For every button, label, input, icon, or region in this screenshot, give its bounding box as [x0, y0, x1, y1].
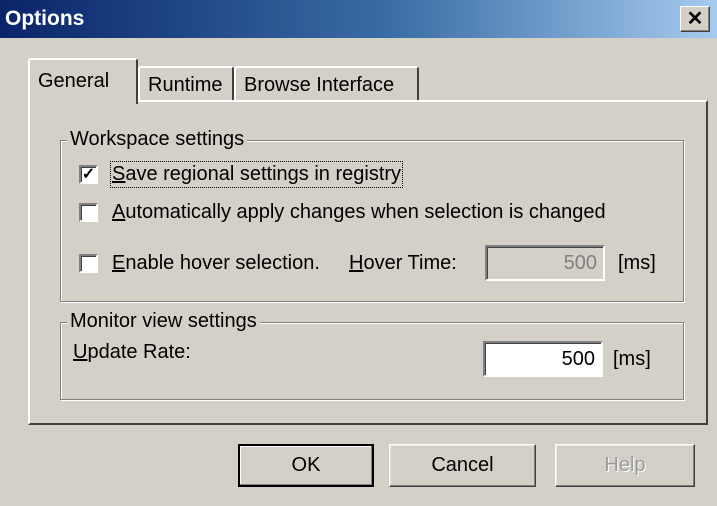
auto-apply-label: Automatically apply changes when selecti… [112, 201, 606, 223]
close-icon: ✕ [686, 8, 704, 30]
update-rate-label: Update Rate: [73, 341, 191, 363]
checkmark-icon: ✓ [81, 165, 96, 183]
tab-browse-interface[interactable]: Browse Interface [234, 66, 419, 102]
tab-runtime[interactable]: Runtime [138, 66, 234, 102]
help-button[interactable]: Help [555, 444, 695, 487]
hover-selection-label: Enable hover selection. [112, 252, 320, 274]
save-regional-label: Save regional settings in registry [109, 161, 404, 188]
tab-general[interactable]: General [28, 58, 138, 104]
cancel-button[interactable]: Cancel [389, 444, 536, 487]
save-regional-checkbox[interactable]: ✓ [79, 165, 98, 184]
tab-browse-interface-label: Browse Interface [244, 74, 395, 96]
auto-apply-checkbox[interactable] [79, 203, 98, 222]
window-title: Options [5, 7, 85, 30]
tab-general-label: General [38, 70, 110, 92]
monitor-view-settings-legend: Monitor view settings [67, 310, 260, 333]
tab-panel-general: Workspace settings ✓ Save regional setti… [28, 100, 708, 425]
hover-selection-checkbox[interactable] [79, 254, 98, 273]
update-rate-input[interactable]: 500 [483, 341, 603, 377]
hover-time-label: Hover Time: [349, 252, 457, 274]
close-button[interactable]: ✕ [680, 6, 710, 32]
workspace-settings-group: Workspace settings ✓ Save regional setti… [60, 128, 684, 302]
auto-apply-option[interactable]: Automatically apply changes when selecti… [79, 201, 606, 224]
hover-time-input[interactable]: 500 [485, 245, 605, 281]
workspace-settings-legend: Workspace settings [67, 128, 248, 151]
hover-time-unit: [ms] [618, 252, 656, 274]
title-bar: Options ✕ [0, 0, 717, 38]
hover-selection-option[interactable]: Enable hover selection. [79, 252, 320, 275]
ok-button[interactable]: OK [238, 444, 374, 487]
update-rate-unit: [ms] [613, 348, 651, 370]
save-regional-option[interactable]: ✓ Save regional settings in registry [79, 161, 404, 188]
tab-runtime-label: Runtime [148, 74, 223, 96]
monitor-view-settings-group: Monitor view settings Update Rate: 500 [… [60, 310, 684, 400]
